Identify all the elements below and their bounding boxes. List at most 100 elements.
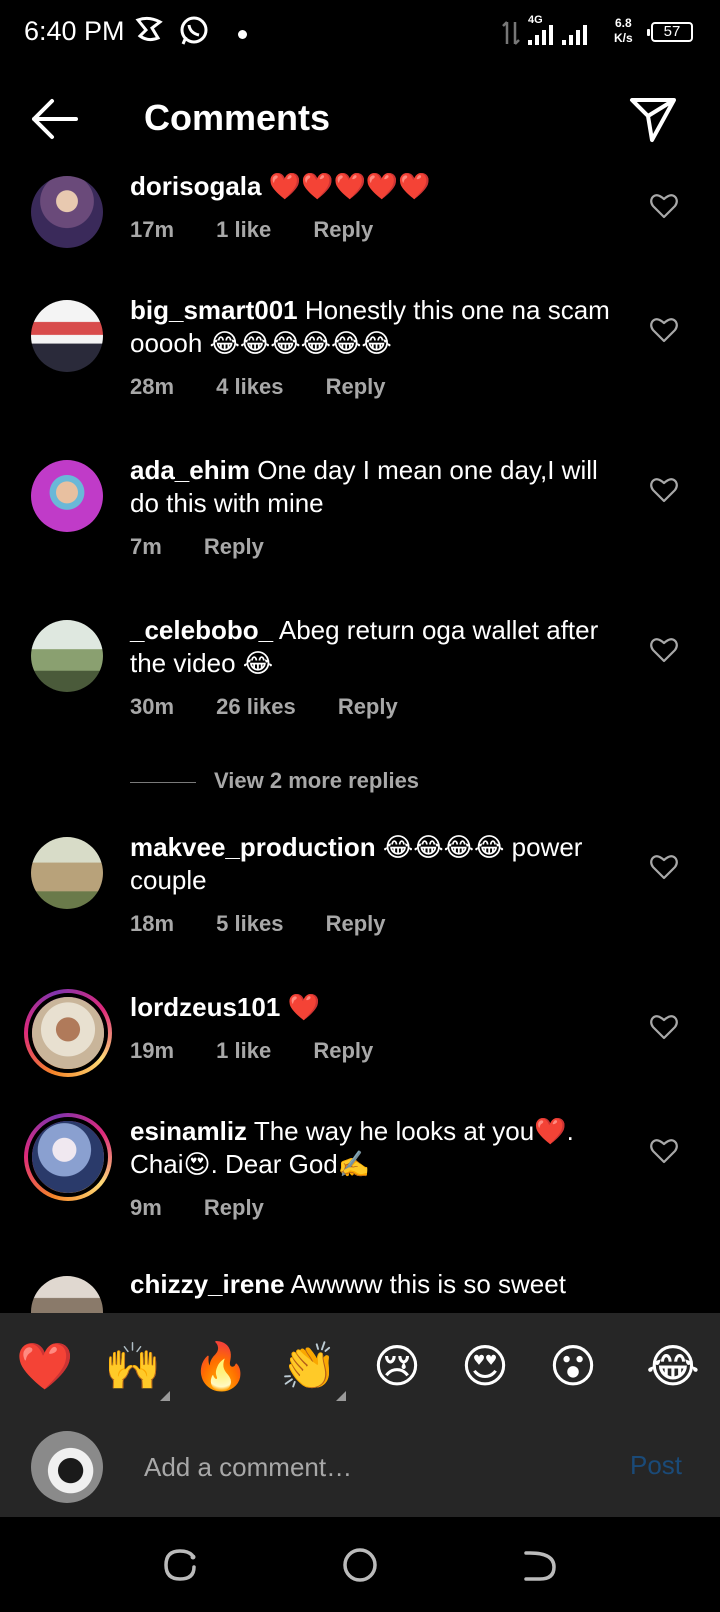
- reply-button[interactable]: Reply: [204, 1195, 264, 1220]
- comment-time: 28m: [130, 374, 175, 399]
- avatar[interactable]: [31, 837, 103, 909]
- comment-time: 18m: [130, 911, 175, 936]
- comment-body: Awwww this is so sweet: [290, 1269, 566, 1299]
- comment-text: chizzy_irene Awwww this is so sweet: [130, 1268, 630, 1301]
- comment-time: 9m: [130, 1195, 162, 1220]
- status-time: 6:40 PM: [24, 16, 125, 46]
- comment-time: 17m: [130, 217, 175, 242]
- like-heart-icon[interactable]: [650, 1014, 678, 1040]
- comment-meta: 19m 1 like Reply: [130, 1038, 409, 1064]
- like-heart-icon[interactable]: [650, 193, 678, 219]
- avatar-image: [31, 176, 103, 248]
- avatar-image: [31, 300, 103, 372]
- reply-button[interactable]: Reply: [326, 374, 386, 399]
- comment-likes[interactable]: 4 likes: [216, 374, 283, 399]
- comment-time: 7m: [130, 534, 162, 559]
- comment-time: 19m: [130, 1038, 175, 1063]
- comment-body: ❤️: [287, 992, 320, 1022]
- comment-meta: 30m 26 likes Reply: [130, 694, 434, 720]
- comment-username[interactable]: ada_ehim: [130, 455, 250, 485]
- reaction-clap-glyph: 👏: [280, 1340, 338, 1392]
- reply-button[interactable]: Reply: [313, 217, 373, 242]
- network-speed: 6.8 K/s: [614, 16, 633, 46]
- avatar-photo: [32, 1121, 104, 1193]
- avatar[interactable]: [31, 620, 103, 692]
- skin-tone-indicator: [336, 1391, 346, 1401]
- comment-username[interactable]: _celebobo_: [130, 615, 273, 645]
- avatar[interactable]: [31, 300, 103, 372]
- reaction-heart-eyes-emoji[interactable]: 😍: [454, 1335, 516, 1397]
- avatar-image: [31, 620, 103, 692]
- comment-text: makvee_production 😂😂😂😂 power couple: [130, 831, 630, 897]
- messenger-notification-icon: [135, 16, 163, 42]
- avatar[interactable]: [31, 460, 103, 532]
- comment-username[interactable]: lordzeus101: [130, 992, 280, 1022]
- comment-likes[interactable]: 5 likes: [216, 911, 283, 936]
- avatar-image: [28, 1117, 108, 1197]
- header: Comments: [0, 80, 720, 160]
- comment-time: 30m: [130, 694, 175, 719]
- page-title: Comments: [144, 97, 331, 138]
- reaction-crying-emoji[interactable]: 😢: [366, 1335, 428, 1397]
- comment-text: big_smart001 Honestly this one na scam o…: [130, 294, 630, 360]
- avatar-with-story-ring[interactable]: [24, 989, 112, 1077]
- comment-text: esinamliz The way he looks at you❤️. Cha…: [130, 1115, 630, 1181]
- comment-username[interactable]: chizzy_irene: [130, 1269, 285, 1299]
- home-icon[interactable]: [340, 1545, 380, 1585]
- avatar-image: [31, 1276, 103, 1313]
- comment-meta: 9m Reply: [130, 1195, 300, 1221]
- comment-meta: 7m Reply: [130, 534, 300, 560]
- comment-meta: 17m 1 like Reply: [130, 217, 409, 243]
- avatar[interactable]: [31, 1276, 103, 1313]
- reply-button[interactable]: Reply: [338, 694, 398, 719]
- quick-reaction-bar: ❤️ 🙌 🔥 👏 😢 😍 😮 😂: [0, 1313, 720, 1417]
- reaction-clap-emoji[interactable]: 👏: [278, 1335, 346, 1401]
- comment-composer: Post: [0, 1417, 720, 1517]
- system-navigation-bar: [0, 1517, 720, 1612]
- comment-input[interactable]: [144, 1447, 584, 1487]
- post-button[interactable]: Post: [630, 1450, 682, 1481]
- network-speed-unit: K/s: [614, 31, 633, 45]
- reaction-surprised-emoji[interactable]: 😮: [542, 1335, 604, 1397]
- comment-username[interactable]: big_smart001: [130, 295, 298, 325]
- comment-meta: 28m 4 likes Reply: [130, 374, 422, 400]
- reply-button[interactable]: Reply: [326, 911, 386, 936]
- avatar-image: [31, 1431, 103, 1503]
- back-nav-icon[interactable]: [520, 1545, 560, 1585]
- avatar-with-story-ring[interactable]: [24, 1113, 112, 1201]
- comment-meta: 18m 5 likes Reply: [130, 911, 422, 937]
- like-heart-icon[interactable]: [650, 854, 678, 880]
- comment-list[interactable]: dorisogala ❤️❤️❤️❤️❤️ 17m 1 like Reply b…: [0, 160, 720, 1313]
- comment-username[interactable]: dorisogala: [130, 171, 261, 201]
- avatar[interactable]: [31, 176, 103, 248]
- comment-likes[interactable]: 1 like: [216, 217, 271, 242]
- comment-text: lordzeus101 ❤️: [130, 991, 630, 1024]
- reaction-raised-hands-glyph: 🙌: [104, 1340, 162, 1392]
- reaction-laughing-emoji[interactable]: 😂: [642, 1335, 704, 1397]
- direct-share-icon[interactable]: [628, 94, 678, 144]
- comment-username[interactable]: esinamliz: [130, 1116, 247, 1146]
- recent-apps-icon[interactable]: [160, 1545, 200, 1585]
- avatar-image: [31, 460, 103, 532]
- reply-button[interactable]: Reply: [204, 534, 264, 559]
- comment-body: ❤️❤️❤️❤️❤️: [268, 171, 431, 201]
- like-heart-icon[interactable]: [650, 637, 678, 663]
- reaction-heart-emoji[interactable]: ❤️: [14, 1335, 76, 1397]
- reply-button[interactable]: Reply: [313, 1038, 373, 1063]
- reaction-raised-hands-emoji[interactable]: 🙌: [102, 1335, 170, 1401]
- comment-likes[interactable]: 1 like: [216, 1038, 271, 1063]
- like-heart-icon[interactable]: [650, 1138, 678, 1164]
- reaction-fire-emoji[interactable]: 🔥: [190, 1335, 252, 1397]
- like-heart-icon[interactable]: [650, 317, 678, 343]
- like-heart-icon[interactable]: [650, 477, 678, 503]
- avatar-image: [31, 837, 103, 909]
- view-more-replies[interactable]: View 2 more replies: [130, 768, 550, 798]
- comment-username[interactable]: makvee_production: [130, 832, 376, 862]
- comment-likes[interactable]: 26 likes: [216, 694, 296, 719]
- notification-dot: [238, 30, 247, 39]
- back-arrow-icon[interactable]: [28, 96, 84, 142]
- avatar-image: [28, 993, 108, 1073]
- whatsapp-icon: [180, 16, 208, 45]
- battery-indicator: 57: [647, 22, 693, 42]
- view-more-replies-label[interactable]: View 2 more replies: [214, 768, 419, 794]
